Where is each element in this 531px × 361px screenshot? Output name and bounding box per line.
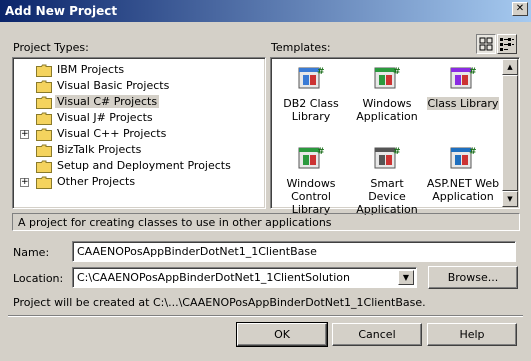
name-label: Name: bbox=[13, 246, 50, 259]
window-title: Add New Project bbox=[5, 4, 118, 18]
tree-item-label: IBM Projects bbox=[57, 63, 125, 76]
close-icon: ✕ bbox=[515, 3, 525, 14]
tree-item-label: Visual C# Projects bbox=[55, 95, 160, 108]
folder-icon bbox=[36, 128, 52, 144]
name-value: CAAENOPosAppBinderDotNet1_1ClientBase bbox=[77, 245, 317, 258]
tree-item-label: Setup and Deployment Projects bbox=[57, 159, 231, 172]
svg-text:#: # bbox=[469, 147, 477, 157]
location-combo[interactable]: C:\CAAENOPosAppBinderDotNet1_1ClientSolu… bbox=[72, 267, 417, 288]
template-label: Smart Device Application bbox=[356, 177, 418, 216]
description-text: A project for creating classes to use in… bbox=[18, 216, 332, 229]
folder-icon bbox=[36, 112, 52, 128]
location-value: C:\CAAENOPosAppBinderDotNet1_1ClientSolu… bbox=[77, 271, 350, 284]
windows-control-library-icon: # bbox=[295, 142, 327, 174]
template-item[interactable]: # DB2 Class Library bbox=[273, 62, 349, 123]
svg-text:#: # bbox=[317, 147, 325, 157]
scroll-up-button[interactable]: ▲ bbox=[502, 59, 518, 75]
separator bbox=[8, 315, 523, 317]
help-button[interactable]: Help bbox=[427, 323, 517, 346]
cancel-button[interactable]: Cancel bbox=[332, 323, 422, 346]
location-dropdown-button[interactable]: ▼ bbox=[398, 270, 414, 285]
folder-icon bbox=[36, 160, 52, 176]
expand-icon[interactable]: + bbox=[20, 130, 29, 139]
small-icons-view-icon bbox=[500, 38, 514, 51]
close-button[interactable]: ✕ bbox=[512, 2, 528, 16]
folder-icon bbox=[36, 64, 52, 80]
description-bar: A project for creating classes to use in… bbox=[12, 213, 520, 231]
svg-text:#: # bbox=[469, 67, 477, 77]
svg-text:#: # bbox=[393, 147, 401, 157]
large-icons-view-button[interactable] bbox=[476, 34, 496, 54]
scroll-thumb[interactable] bbox=[502, 75, 518, 191]
location-label: Location: bbox=[13, 272, 64, 285]
folder-icon bbox=[36, 80, 52, 96]
large-icons-view-icon bbox=[479, 37, 493, 51]
folder-icon bbox=[36, 176, 52, 192]
aspnet-web-application-icon: # bbox=[447, 142, 479, 174]
folder-icon bbox=[36, 144, 52, 160]
windows-application-icon: # bbox=[371, 62, 403, 94]
template-item[interactable]: # ASP.NET Web Application bbox=[425, 142, 501, 203]
template-item[interactable]: # Smart Device Application bbox=[349, 142, 425, 216]
svg-text:#: # bbox=[317, 67, 325, 77]
smart-device-application-icon: # bbox=[371, 142, 403, 174]
ok-button[interactable]: OK bbox=[236, 322, 328, 347]
template-label: ASP.NET Web Application bbox=[426, 177, 500, 203]
template-item[interactable]: # Windows Control Library bbox=[273, 142, 349, 216]
small-icons-view-button[interactable] bbox=[497, 34, 517, 54]
template-label: Windows Application bbox=[356, 97, 418, 123]
tree-item-label: Visual J# Projects bbox=[57, 111, 153, 124]
open-folder-icon bbox=[36, 96, 52, 112]
tree-item-label: BizTalk Projects bbox=[57, 143, 142, 156]
svg-text:#: # bbox=[393, 67, 401, 77]
scroll-down-button[interactable]: ▼ bbox=[502, 191, 518, 207]
class-library-icon: # bbox=[447, 62, 479, 94]
template-item[interactable]: # Class Library bbox=[425, 62, 501, 110]
chevron-down-icon: ▼ bbox=[402, 273, 410, 282]
tree-item-label: Visual C++ Projects bbox=[57, 127, 167, 140]
tree-item-label: Other Projects bbox=[57, 175, 136, 188]
scroll-down-icon: ▼ bbox=[507, 195, 513, 203]
scroll-up-icon: ▲ bbox=[507, 63, 513, 71]
name-field[interactable]: CAAENOPosAppBinderDotNet1_1ClientBase bbox=[72, 241, 516, 262]
expand-icon[interactable]: + bbox=[20, 178, 29, 187]
template-label: DB2 Class Library bbox=[283, 97, 339, 123]
project-location-info: Project will be created at C:\...\CAAENO… bbox=[13, 296, 426, 309]
templates-scrollbar[interactable]: ▲ ▼ bbox=[502, 59, 518, 207]
browse-button[interactable]: Browse... bbox=[428, 266, 518, 289]
templates-label: Templates: bbox=[271, 41, 331, 54]
project-types-tree[interactable]: IBM Projects Visual Basic Projects Visual … bbox=[12, 57, 266, 209]
project-types-label: Project Types: bbox=[13, 41, 89, 54]
title-bar: Add New Project ✕ bbox=[0, 0, 531, 22]
templates-list[interactable]: # DB2 Class Library # Windows Application # C… bbox=[270, 57, 520, 216]
template-label: Windows Control Library bbox=[286, 177, 336, 216]
template-label: Class Library bbox=[426, 97, 500, 110]
db2-class-library-icon: # bbox=[295, 62, 327, 94]
template-item[interactable]: # Windows Application bbox=[349, 62, 425, 123]
tree-item-label: Visual Basic Projects bbox=[57, 79, 170, 92]
